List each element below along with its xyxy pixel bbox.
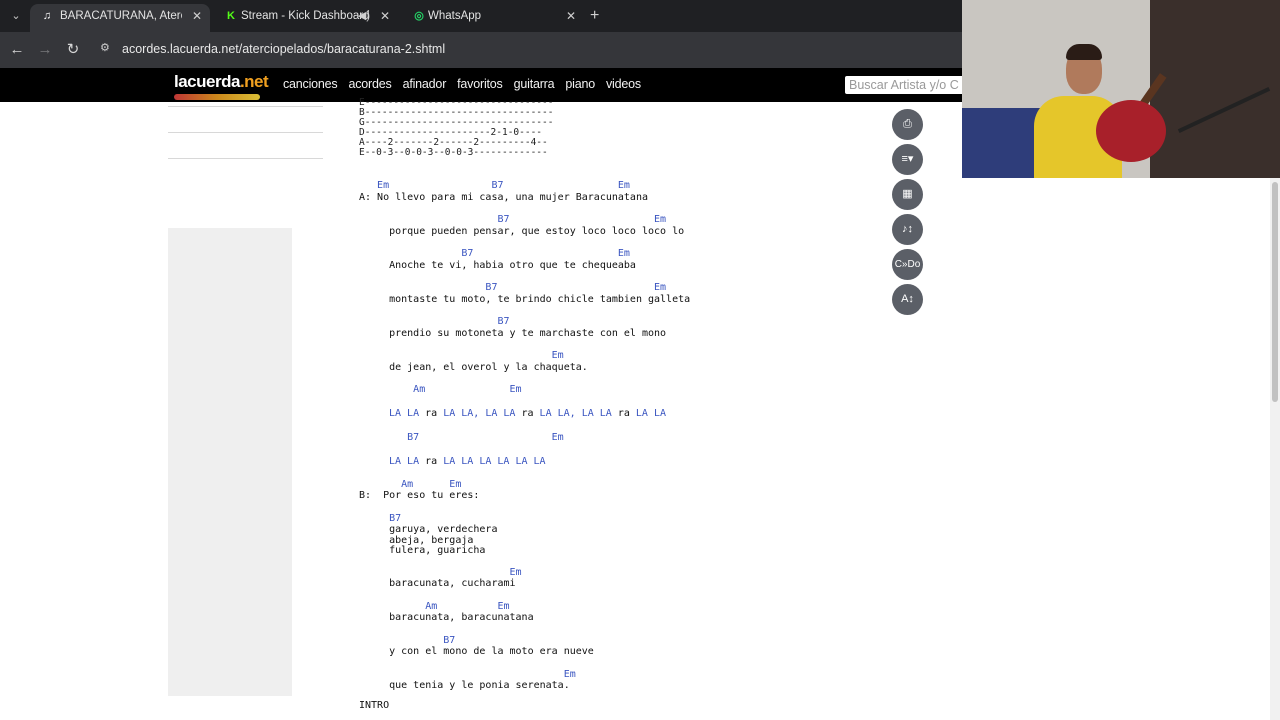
cam-person-hair	[1066, 44, 1102, 60]
lyric-line: porque pueden pensar, que estoy loco loc…	[359, 226, 685, 237]
chord-line: B7 Em	[359, 282, 667, 293]
tab-line: E--0-3--0-0-3--0-0-3-------------	[359, 147, 548, 158]
lyric-line: que tenia y le ponia serenata.	[359, 680, 570, 691]
menu-acordes[interactable]: acordes	[349, 77, 392, 91]
lyric-line: fulera, guaricha	[359, 545, 486, 556]
menu-favoritos[interactable]: favoritos	[457, 77, 503, 91]
chord-line: B7 Em	[359, 214, 667, 225]
chord-line: B7 Em	[359, 248, 630, 259]
forward-icon[interactable]: →	[35, 40, 55, 60]
menu-videos[interactable]: videos	[606, 77, 641, 91]
tab-search-icon[interactable]: ⌄	[6, 6, 26, 26]
lyric-line: A: No llevo para mi casa, una mujer Bara…	[359, 192, 648, 203]
menu-piano[interactable]: piano	[565, 77, 595, 91]
chorus-line: LA LA ra LA LA LA LA LA LA	[389, 456, 546, 467]
whatsapp-icon: ◎	[414, 10, 424, 22]
chord-line: B7 Em	[359, 432, 564, 443]
lyric-line: de jean, el overol y la chaqueta.	[359, 362, 588, 373]
ad-placeholder	[168, 228, 292, 696]
reload-icon[interactable]: ↻	[63, 40, 83, 60]
back-icon[interactable]: ←	[7, 40, 27, 60]
tab-whatsapp[interactable]: ◎ WhatsApp ✕	[402, 4, 584, 32]
lyric-line: prendio su motoneta y te marchaste con e…	[359, 328, 667, 339]
chord-line: Am Em	[359, 384, 522, 395]
lyric-line: B: Por eso tu eres:	[359, 490, 480, 501]
close-tab-icon[interactable]: ✕	[192, 4, 202, 28]
site-logo[interactable]: lacuerda.net	[174, 72, 269, 100]
menu-guitarra[interactable]: guitarra	[514, 77, 555, 91]
speaker-icon[interactable]: ◀)	[358, 4, 370, 28]
chord-line: Em B7 Em	[359, 180, 630, 191]
lyric-line: baracunata, baracunatana	[359, 612, 534, 623]
lyric-line: baracunata, cucharami	[359, 578, 516, 589]
chord-line: B7	[359, 316, 510, 327]
tab-title: BARACATURANA, Aterciopelad	[60, 10, 182, 22]
lyric-line: Anoche te vi, habia otro que te chequeab…	[359, 260, 636, 271]
cam-guitar	[1096, 100, 1166, 162]
tab-kick-dashboard[interactable]: K Stream - Kick Dashboard ◀) ✕	[214, 4, 398, 32]
menu-afinador[interactable]: afinador	[403, 77, 447, 91]
print-icon[interactable]: ⎙	[892, 109, 923, 140]
webcam-overlay	[962, 0, 1280, 178]
section-label: INTRO	[359, 700, 390, 711]
notation-icon[interactable]: C»Do	[892, 249, 923, 280]
address-bar[interactable]: acordes.lacuerda.net/aterciopelados/bara…	[122, 42, 445, 56]
new-tab-button[interactable]: +	[590, 6, 599, 26]
page-scrollbar[interactable]	[1270, 178, 1280, 720]
lyric-line: montaste tu moto, te brindo chicle tambi…	[359, 294, 691, 305]
close-tab-icon[interactable]: ✕	[566, 4, 576, 28]
kick-icon: K	[227, 10, 235, 22]
cam-door	[1150, 0, 1280, 178]
font-size-icon[interactable]: A↕	[892, 284, 923, 315]
site-info-icon[interactable]: ⚙	[100, 41, 114, 55]
divider	[168, 106, 323, 107]
lyric-line: y con el mono de la moto era nueve	[359, 646, 594, 657]
main-menu: canciones acordes afinador favoritos gui…	[283, 77, 641, 91]
divider	[168, 132, 323, 133]
chorus-line: LA LA ra LA LA, LA LA ra LA LA, LA LA ra…	[389, 408, 666, 419]
tab-title: Stream - Kick Dashboard	[241, 10, 370, 22]
tab-baracaturana[interactable]: ♫ BARACATURANA, Aterciopelad ✕	[30, 4, 210, 32]
chord-diagram-icon[interactable]: ▦	[892, 179, 923, 210]
logo-tld: .net	[239, 72, 269, 91]
logo-wave	[174, 94, 260, 100]
transpose-icon[interactable]: ♪↕	[892, 214, 923, 245]
tab-title: WhatsApp	[428, 10, 482, 22]
autoscroll-icon[interactable]: ≡▾	[892, 144, 923, 175]
logo-text: lacuerda	[174, 72, 240, 91]
song-content: E--------------------------------- B----…	[359, 96, 690, 712]
search-input[interactable]: Buscar Artista y/o C	[845, 76, 965, 94]
chord-line: Em	[359, 350, 564, 361]
close-tab-icon[interactable]: ✕	[380, 4, 390, 28]
music-note-icon: ♫	[42, 10, 52, 22]
screen: ⌄ ♫ BARACATURANA, Aterciopelad ✕ K Strea…	[0, 0, 1280, 720]
menu-canciones[interactable]: canciones	[283, 77, 338, 91]
scrollbar-thumb[interactable]	[1272, 182, 1278, 402]
divider	[168, 158, 323, 159]
